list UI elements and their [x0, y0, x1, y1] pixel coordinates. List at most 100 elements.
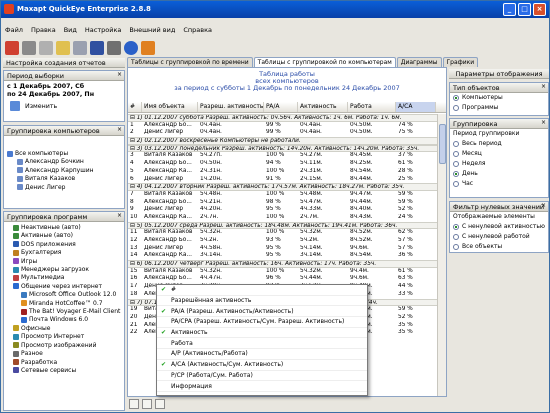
object-type-option[interactable]: Компьютеры	[450, 93, 548, 103]
program-tree-item[interactable]: Менеджеры загрузок	[7, 266, 121, 274]
table-row[interactable]: 4 Александр Бо... 0ч.50н. 94 % 5ч.11м. 8ч.25м…	[128, 160, 438, 168]
popup-menu-item[interactable]: Разрешённая активность	[157, 296, 367, 307]
paste-icon[interactable]	[56, 41, 70, 55]
copy-icon[interactable]	[73, 41, 87, 55]
program-tree-item[interactable]: Почта Windows 6.0	[7, 316, 121, 324]
close-icon[interactable]: ×	[117, 71, 122, 78]
popup-menu-item[interactable]: PA/CPA (Разреш. Активность/Сум. Разреш. …	[157, 317, 367, 328]
close-icon[interactable]: ×	[541, 83, 546, 90]
print-icon[interactable]	[107, 41, 121, 55]
menu-appearance[interactable]: Внешний вид	[129, 26, 175, 38]
table-row[interactable]: 1 Александр Бо... 0ч.4ан. 99 % 0ч.4ан. 0ч.50м…	[128, 122, 438, 130]
program-tree-item[interactable]: Разработка	[7, 359, 121, 367]
close-icon[interactable]: ×	[117, 126, 122, 133]
tab-graphs[interactable]: Графики	[442, 57, 479, 67]
refresh-icon[interactable]	[141, 41, 155, 55]
wizard-icon[interactable]	[5, 41, 19, 55]
help-icon[interactable]	[124, 41, 138, 55]
menu-view[interactable]: Вид	[64, 26, 77, 38]
close-icon[interactable]: ×	[541, 119, 546, 126]
tab-diagrams[interactable]: Диаграммы	[396, 57, 442, 67]
popup-menu-item[interactable]: ✔ А/СА (Активность/Сум. Активность)	[157, 360, 367, 371]
group-row[interactable]: ⊟ 1) 01.12.2007 суббота Разреш. активнос…	[128, 114, 438, 122]
program-tree-item[interactable]: Мультимедиа	[7, 274, 121, 282]
group-row[interactable]: ⊟ 2) 02.12.2007 воскресенье Компьютеры н…	[128, 137, 438, 145]
col-activity[interactable]: Активность	[298, 102, 348, 112]
vertical-scrollbar[interactable]	[437, 114, 446, 396]
popup-menu-item[interactable]: ✔ PA/A (Разреш. Активность/Активность)	[157, 306, 367, 318]
col-number[interactable]: #	[128, 102, 142, 112]
menu-settings[interactable]: Настройка	[85, 26, 121, 38]
tree-computer[interactable]: Денис Лигер	[7, 184, 121, 192]
program-tree-item[interactable]: Разное	[7, 350, 121, 358]
change-period-button[interactable]: Изменить	[4, 101, 124, 111]
col-work[interactable]: Работа	[348, 102, 396, 112]
table-row[interactable]: 6 Денис Лигер 1ч.20н. 91 % 2ч.15м. 8ч.44м. 25 …	[128, 176, 438, 184]
popup-menu-item[interactable]: А/Р (Активность/Работа)	[157, 349, 367, 360]
program-tree-item[interactable]: Игры	[7, 258, 121, 266]
group-row[interactable]: ⊟ 3) 03.12.2007 понедельник Разреш. акти…	[128, 144, 438, 153]
program-tree-item[interactable]: Активные (авто)	[7, 232, 121, 240]
tools-icon[interactable]	[22, 41, 36, 55]
close-icon[interactable]: ×	[533, 3, 546, 16]
col-allowed-activity[interactable]: Разреш. активность	[198, 102, 264, 112]
program-tree-item[interactable]: Сетевые сервисы	[7, 367, 121, 375]
popup-menu-item[interactable]: Работа	[157, 338, 367, 350]
grouping-period-option[interactable]: Весь период	[450, 139, 548, 149]
program-tree-item[interactable]: Просмотр Интернет	[7, 333, 121, 341]
program-tree-item[interactable]: Miranda HotCoffee™ 0.7	[7, 300, 121, 308]
table-row[interactable]: 8 Александр Бо... 5ч.21н. 98 % 5ч.47м. 9ч.44м…	[128, 199, 438, 207]
zero-filter-option[interactable]: С ненулевой работой	[450, 232, 548, 242]
cut-icon[interactable]	[39, 41, 53, 55]
popup-menu-item[interactable]: Р/СР (Работа/Сум. Работа)	[157, 371, 367, 382]
table-row[interactable]: 14 Александр Ка... 3ч.14н. 95 % 3ч.14м. 8ч.54…	[128, 252, 438, 260]
collapse-icon[interactable]	[142, 399, 152, 409]
menu-help[interactable]: Справка	[183, 26, 212, 38]
tab-by-time[interactable]: Таблицы с группировкой по времени	[127, 57, 253, 67]
program-tree-item[interactable]: Неактивные (авто)	[7, 224, 121, 232]
col-pa-a[interactable]: PA/A	[264, 102, 298, 112]
grouping-period-option[interactable]: Неделя	[450, 159, 548, 169]
tab-by-computer[interactable]: Таблицы с группировкой по компьютерам	[253, 57, 396, 67]
expand-icon[interactable]	[129, 399, 139, 409]
object-type-option[interactable]: Программы	[450, 103, 548, 113]
save-icon[interactable]	[90, 41, 104, 55]
tree-computer[interactable]: Александр Карпушин	[7, 167, 121, 175]
program-tree-item[interactable]: The Bat! Voyager E-Mail Client	[7, 308, 121, 316]
table-row[interactable]: 7 Виталя Казаков 5ч.48н. 100 % 5ч.48м. 9ч.47м…	[128, 191, 438, 199]
table-row[interactable]: 12 Александр Бо... 5ч.2н. 93 % 5ч.2м. 8ч.52м.…	[128, 237, 438, 245]
menu-edit[interactable]: Правка	[31, 26, 56, 38]
col-a-ca[interactable]: A/CA	[396, 102, 436, 112]
zero-filter-option[interactable]: Все объекты	[450, 242, 548, 252]
group-row[interactable]: ⊟ 4) 04.12.2007 вторник Разреш. активнос…	[128, 183, 438, 191]
tree-computer[interactable]: Александр Бочкин	[7, 158, 121, 166]
maximize-icon[interactable]: □	[518, 3, 531, 16]
table-row[interactable]: 9 Денис Лигер 4ч.20н. 95 % 4ч.33м. 8ч.40м. 52 …	[128, 206, 438, 214]
grouping-period-option[interactable]: День	[450, 169, 548, 179]
group-row[interactable]: ⊟ 5) 05.12.2007 среда Разреш. активность…	[128, 221, 438, 230]
menu-file[interactable]: Файл	[5, 26, 23, 38]
program-tree-item[interactable]: Бухгалтерия	[7, 249, 121, 257]
close-icon[interactable]: ×	[117, 212, 122, 219]
popup-menu-item[interactable]: ✔ #	[157, 285, 367, 296]
table-row[interactable]: 3 Виталя Казаков 5ч.27п. 100 % 5ч.27м. 8ч.45м…	[128, 152, 438, 160]
zero-filter-option[interactable]: С ненулевой активностью	[450, 222, 548, 232]
columns-icon[interactable]	[155, 399, 165, 409]
program-tree-item[interactable]: Офисные	[7, 325, 121, 333]
tree-computer[interactable]: Виталя Казаков	[7, 175, 121, 183]
table-row[interactable]: 16 Александр Бо... 4ч.47н. 96 % 5ч.44м. 9ч.6м…	[128, 275, 438, 283]
program-tree-item[interactable]: Microsoft Office Outlook 12.0	[7, 291, 121, 299]
table-row[interactable]: 10 Александр Ка... 2ч.7н. 100 % 2ч.7м. 8ч.43м…	[128, 214, 438, 222]
close-icon[interactable]: ×	[541, 202, 546, 209]
group-row[interactable]: ⊟ 6) 06.12.2007 четверг Разреш. активнос…	[128, 260, 438, 268]
table-row[interactable]: 5 Александр Ка... 2ч.31н. 100 % 2ч.31м. 8ч.54…	[128, 168, 438, 176]
scroll-thumb[interactable]	[439, 124, 446, 164]
col-object[interactable]: Имя объекта	[142, 102, 198, 112]
grouping-period-option[interactable]: Час	[450, 179, 548, 189]
table-row[interactable]: 11 Виталя Казаков 5ч.32н. 100 % 5ч.32м. 8ч.52…	[128, 229, 438, 237]
popup-menu-item[interactable]: Информация	[157, 381, 367, 392]
grouping-period-option[interactable]: Месяц	[450, 149, 548, 159]
popup-menu-item[interactable]: ✔ Активность	[157, 328, 367, 339]
table-row[interactable]: 2 Денис Лигер 0ч.4ан. 99 % 0ч.4ан. 0ч.50м. 75 …	[128, 129, 438, 137]
tree-all-computers[interactable]: Все компьютеры	[7, 150, 121, 158]
